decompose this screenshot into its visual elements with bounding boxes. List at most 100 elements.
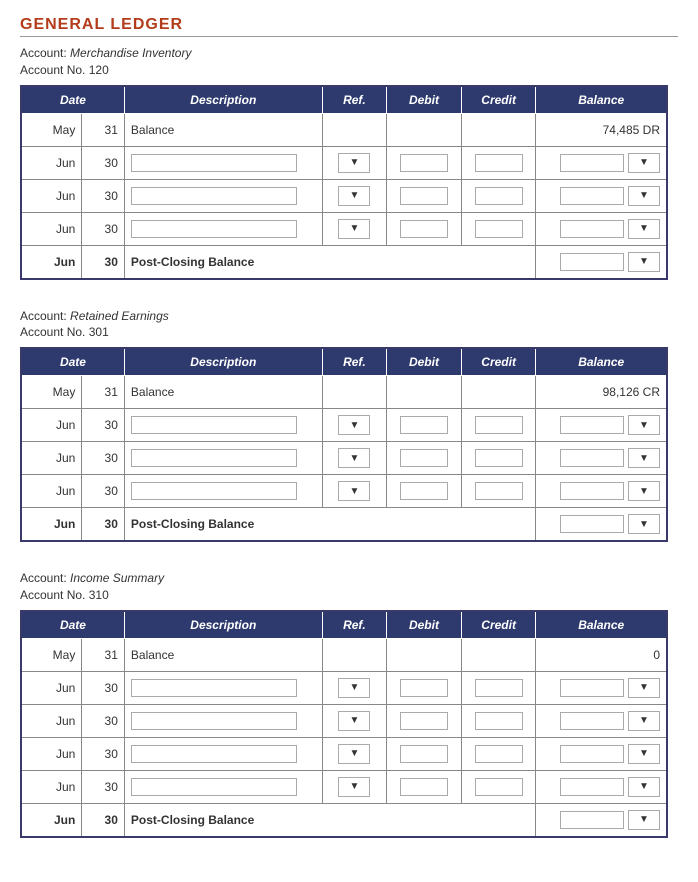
- cell-description: Balance: [124, 376, 322, 409]
- cell-month: Jun: [21, 803, 82, 837]
- col-debit: Debit: [387, 611, 462, 639]
- balance-type-dropdown[interactable]: ▼: [628, 481, 660, 501]
- debit-input[interactable]: [400, 679, 448, 697]
- cell-balance: ▼: [536, 179, 667, 212]
- balance-input[interactable]: [560, 154, 624, 172]
- balance-input[interactable]: [560, 515, 624, 533]
- balance-input[interactable]: [560, 778, 624, 796]
- table-row: Jun30▼▼: [21, 770, 667, 803]
- balance-type-dropdown[interactable]: ▼: [628, 448, 660, 468]
- balance-type-dropdown[interactable]: ▼: [628, 415, 660, 435]
- balance-input[interactable]: [560, 745, 624, 763]
- description-input[interactable]: [131, 187, 297, 205]
- col-balance: Balance: [536, 611, 667, 639]
- description-input[interactable]: [131, 745, 297, 763]
- cell-credit: [461, 442, 536, 475]
- description-input[interactable]: [131, 679, 297, 697]
- balance-type-dropdown[interactable]: ▼: [628, 777, 660, 797]
- cell-debit: [387, 737, 462, 770]
- description-input[interactable]: [131, 220, 297, 238]
- balance-type-dropdown[interactable]: ▼: [628, 219, 660, 239]
- cell-month: Jun: [21, 179, 82, 212]
- ref-dropdown[interactable]: ▼: [338, 186, 370, 206]
- cell-debit: [387, 770, 462, 803]
- cell-balance: 98,126 CR: [536, 376, 667, 409]
- ref-dropdown[interactable]: ▼: [338, 415, 370, 435]
- debit-input[interactable]: [400, 712, 448, 730]
- balance-input[interactable]: [560, 679, 624, 697]
- ref-dropdown[interactable]: ▼: [338, 481, 370, 501]
- balance-input[interactable]: [560, 220, 624, 238]
- credit-input[interactable]: [475, 154, 523, 172]
- cell-day: 30: [82, 508, 125, 542]
- debit-input[interactable]: [400, 778, 448, 796]
- cell-credit: [461, 737, 536, 770]
- description-input[interactable]: [131, 449, 297, 467]
- credit-input[interactable]: [475, 482, 523, 500]
- debit-input[interactable]: [400, 220, 448, 238]
- cell-month: Jun: [21, 212, 82, 245]
- credit-input[interactable]: [475, 778, 523, 796]
- balance-type-dropdown[interactable]: ▼: [628, 186, 660, 206]
- cell-description: Post-Closing Balance: [124, 803, 536, 837]
- ref-dropdown[interactable]: ▼: [338, 448, 370, 468]
- ref-dropdown[interactable]: ▼: [338, 219, 370, 239]
- balance-input[interactable]: [560, 416, 624, 434]
- col-debit: Debit: [387, 348, 462, 376]
- ref-dropdown[interactable]: ▼: [338, 711, 370, 731]
- cell-description: [124, 146, 322, 179]
- cell-balance: ▼: [536, 409, 667, 442]
- credit-input[interactable]: [475, 220, 523, 238]
- credit-input[interactable]: [475, 416, 523, 434]
- balance-type-dropdown[interactable]: ▼: [628, 252, 660, 272]
- cell-day: 30: [82, 475, 125, 508]
- balance-input[interactable]: [560, 482, 624, 500]
- cell-month: Jun: [21, 704, 82, 737]
- balance-input[interactable]: [560, 187, 624, 205]
- table-row: Jun30▼▼: [21, 737, 667, 770]
- balance-type-dropdown[interactable]: ▼: [628, 711, 660, 731]
- ref-dropdown[interactable]: ▼: [338, 744, 370, 764]
- credit-input[interactable]: [475, 679, 523, 697]
- credit-input[interactable]: [475, 449, 523, 467]
- balance-type-dropdown[interactable]: ▼: [628, 678, 660, 698]
- ref-dropdown[interactable]: ▼: [338, 678, 370, 698]
- debit-input[interactable]: [400, 154, 448, 172]
- balance-input[interactable]: [560, 811, 624, 829]
- cell-description: [124, 475, 322, 508]
- balance-input[interactable]: [560, 449, 624, 467]
- cell-balance: ▼: [536, 770, 667, 803]
- credit-input[interactable]: [475, 187, 523, 205]
- credit-input[interactable]: [475, 745, 523, 763]
- table-row: Jun30▼▼: [21, 704, 667, 737]
- description-input[interactable]: [131, 712, 297, 730]
- balance-type-dropdown[interactable]: ▼: [628, 514, 660, 534]
- cell-credit: [461, 179, 536, 212]
- description-input[interactable]: [131, 154, 297, 172]
- cell-description: [124, 704, 322, 737]
- debit-input[interactable]: [400, 482, 448, 500]
- account-label: Account:: [20, 309, 67, 323]
- balance-type-dropdown[interactable]: ▼: [628, 744, 660, 764]
- cell-day: 30: [82, 179, 125, 212]
- description-input[interactable]: [131, 482, 297, 500]
- balance-type-dropdown[interactable]: ▼: [628, 153, 660, 173]
- ref-dropdown[interactable]: ▼: [338, 153, 370, 173]
- cell-description: [124, 179, 322, 212]
- credit-input[interactable]: [475, 712, 523, 730]
- post-closing-row: Jun30Post-Closing Balance▼: [21, 508, 667, 542]
- debit-input[interactable]: [400, 745, 448, 763]
- debit-input[interactable]: [400, 449, 448, 467]
- account-number: 120: [89, 63, 109, 77]
- description-input[interactable]: [131, 778, 297, 796]
- description-input[interactable]: [131, 416, 297, 434]
- cell-debit: [387, 113, 462, 146]
- debit-input[interactable]: [400, 187, 448, 205]
- col-credit: Credit: [461, 348, 536, 376]
- ref-dropdown[interactable]: ▼: [338, 777, 370, 797]
- balance-input[interactable]: [560, 253, 624, 271]
- debit-input[interactable]: [400, 416, 448, 434]
- balance-input[interactable]: [560, 712, 624, 730]
- balance-type-dropdown[interactable]: ▼: [628, 810, 660, 830]
- cell-credit: [461, 475, 536, 508]
